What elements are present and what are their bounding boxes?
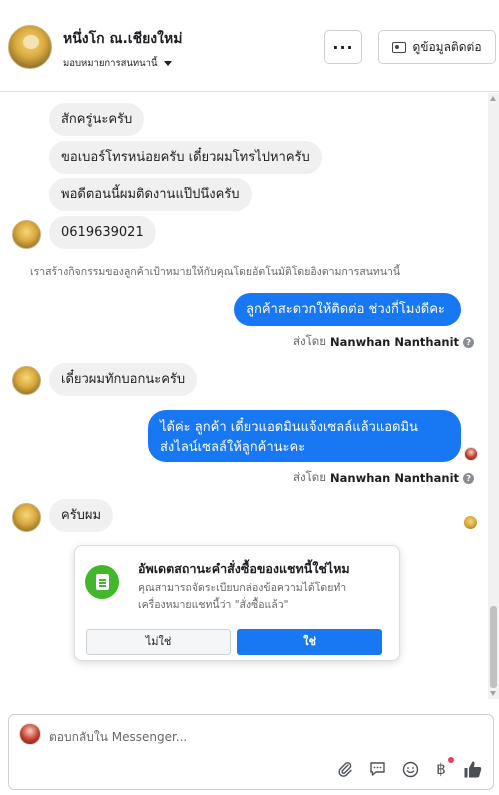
message-line: ส่งไลน์เซลล์ให้ลูกค้านะคะ <box>160 440 306 455</box>
view-contact-label: ดูข้อมูลติดต่อ <box>412 39 482 54</box>
sender-name: Nanwhan Nanthanit <box>330 471 460 485</box>
sent-by-label: ส่งโดย Nanwhan Nanthanit ? <box>293 469 475 487</box>
sent-by-label: ส่งโดย Nanwhan Nanthanit ? <box>293 333 475 351</box>
contact-avatar[interactable] <box>8 25 52 69</box>
assign-conversation-dropdown[interactable]: มอบหมายการสนทนานี้ <box>63 56 172 71</box>
conversation-header: หนึ่งโก ณ.เชียงใหม่ มอบหมายการสนทนานี้ ·… <box>0 0 499 92</box>
help-icon[interactable]: ? <box>463 472 475 484</box>
incoming-message: พอดีตอนนี้ผมติดงานแป๊ปนึงครับ <box>49 178 252 211</box>
saved-replies-icon[interactable] <box>367 759 387 779</box>
scroll-thumb[interactable] <box>490 606 497 688</box>
contact-card-icon <box>392 41 407 53</box>
scroll-up-arrow-icon[interactable] <box>490 96 496 101</box>
view-contact-button[interactable]: ดูข้อมูลติดต่อ <box>378 30 496 64</box>
seen-by-customer-avatar <box>464 516 477 529</box>
incoming-message: ครับผม <box>49 499 114 532</box>
no-button[interactable]: ไม่ใช่ <box>86 629 231 655</box>
yes-button[interactable]: ใช่ <box>237 629 382 655</box>
sent-by-prefix: ส่งโดย <box>293 470 327 484</box>
customer-avatar <box>12 366 41 395</box>
incoming-message: ขอเบอร์โทรหน่อยครับ เดี๋ยวผมโทรไปหาครับ <box>49 141 322 174</box>
order-document-icon <box>85 565 119 599</box>
assign-label: มอบหมายการสนทนานี้ <box>63 58 158 69</box>
sender-name: Nanwhan Nanthanit <box>330 335 460 349</box>
like-thumbs-up-icon[interactable] <box>463 759 483 779</box>
more-options-button[interactable]: ··· <box>324 30 362 64</box>
attachment-icon[interactable] <box>335 759 355 779</box>
incoming-message: 0619639021 <box>49 216 156 249</box>
incoming-message: เดี๋ยวผมทักบอกนะครับ <box>49 363 198 396</box>
incoming-message: สักครู่นะครับ <box>49 103 145 136</box>
seen-by-agent-avatar <box>464 447 478 461</box>
agent-avatar <box>19 723 41 745</box>
order-status-card: อัพเดตสถานะคำสั่งซื้อของแชทนี้ใช่ไหม คุณ… <box>74 545 400 661</box>
order-card-body: คุณสามารถจัดระเบียบกล่องข้อความได้โดยทำเ… <box>138 582 347 611</box>
caret-down-icon <box>163 61 172 66</box>
thread-scrollbar[interactable] <box>488 93 499 699</box>
help-icon[interactable]: ? <box>463 336 475 348</box>
sent-by-prefix: ส่งโดย <box>293 334 327 348</box>
outgoing-message: ได้ค่ะ ลูกค้า เดี๋ยวแอดมินแจ้งเซลล์แล้วแ… <box>148 410 461 462</box>
message-line: ได้ค่ะ ลูกค้า เดี๋ยวแอดมินแจ้งเซลล์แล้วแ… <box>160 420 418 435</box>
notification-dot <box>448 757 454 763</box>
outgoing-message: ลูกค้าสะดวกให้ติดต่อ ช่วงกี่โมงดีคะ <box>234 293 461 326</box>
reply-composer: ฿ <box>8 714 494 790</box>
message-thread[interactable]: สักครู่นะครับ ขอเบอร์โทรหน่อยครับ เดี๋ยว… <box>0 93 488 699</box>
customer-avatar <box>12 220 41 249</box>
order-card-title: อัพเดตสถานะคำสั่งซื้อของแชทนี้ใช่ไหม <box>138 561 350 576</box>
reply-input[interactable] <box>49 727 469 747</box>
system-note: เราสร้างกิจกรรมของลูกค้าเป้าหมายให้กับคุ… <box>30 266 401 278</box>
contact-name[interactable]: หนึ่งโก ณ.เชียงใหม่ <box>63 28 182 50</box>
customer-avatar <box>12 503 41 532</box>
emoji-icon[interactable] <box>400 759 420 779</box>
scroll-down-arrow-icon[interactable] <box>490 691 496 696</box>
